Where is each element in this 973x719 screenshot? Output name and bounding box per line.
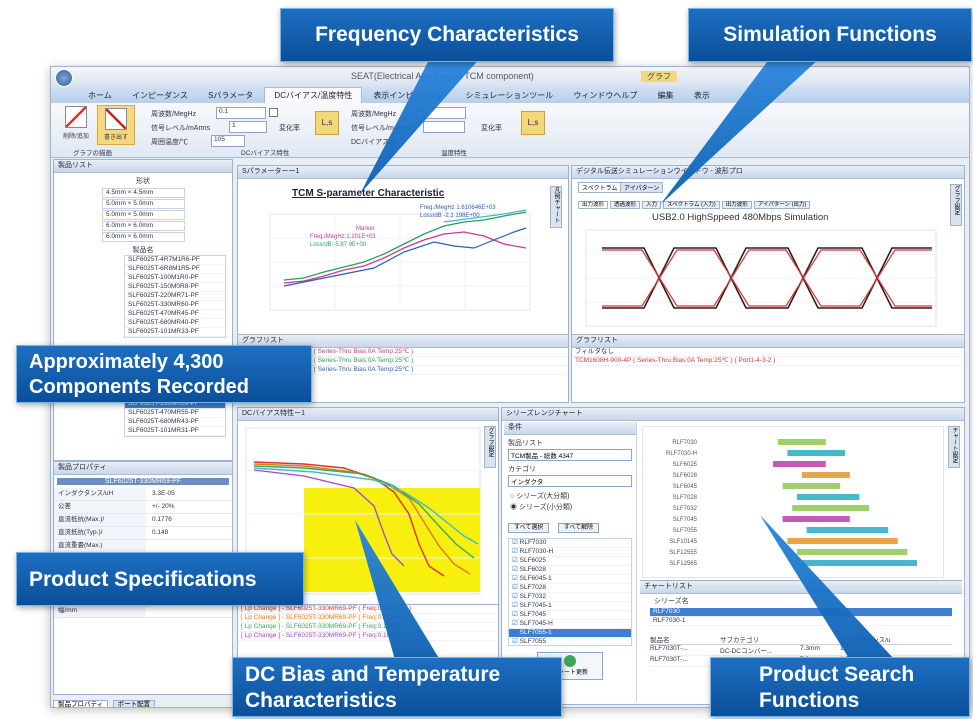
callout-dc-bias: DC Bias and Temperature Characteristics [232, 657, 562, 717]
callout-components: Approximately 4,300 Components Recorded [16, 345, 312, 403]
callout-search: Product Search Functions [710, 657, 970, 717]
callout-frequency: Frequency Characteristics [280, 8, 614, 62]
pointer-dc-bias [355, 520, 440, 660]
callout-simulation: Simulation Functions [688, 8, 972, 62]
callout-product-specs: Product Specifications [16, 552, 304, 606]
pointer-search [760, 515, 895, 660]
pointer-simulation [660, 58, 820, 205]
pointer-frequency [360, 58, 480, 194]
